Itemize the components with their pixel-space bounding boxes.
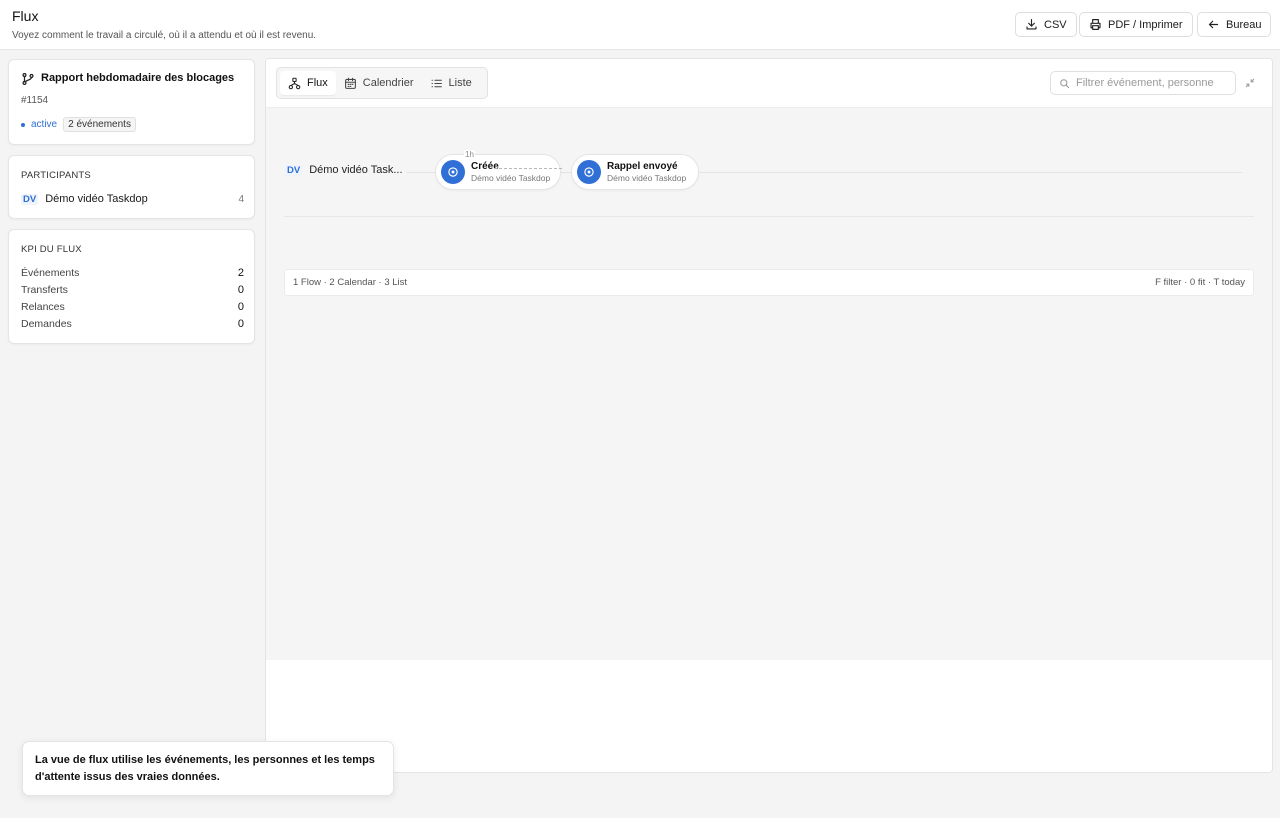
flow-toolbar: Flux Calendrier Liste <box>266 59 1272 108</box>
participants-heading: PARTICIPANTS <box>21 170 91 181</box>
flow-canvas[interactable]: DV Démo vidéo Task... Créée Démo vidéo T… <box>266 108 1272 660</box>
kpi-row-requests: Demandes 0 <box>21 318 244 330</box>
node-title: Créée <box>471 160 499 172</box>
lane-label: DV Démo vidéo Task... <box>285 164 403 176</box>
csv-export-label: CSV <box>1044 18 1067 31</box>
tab-calendar[interactable]: Calendrier <box>336 71 422 95</box>
kpi-label: Demandes <box>21 318 72 330</box>
tab-list-label: Liste <box>448 77 472 89</box>
page-title: Flux <box>12 8 39 24</box>
kpi-row-reminders: Relances 0 <box>21 301 244 313</box>
lane-name: Démo vidéo Task... <box>309 164 403 176</box>
flow-panel: Flux Calendrier Liste Filtrer événement,… <box>265 58 1273 773</box>
node-subtitle: Démo vidéo Taskdop <box>471 172 551 183</box>
list-icon <box>431 79 442 87</box>
view-tabs: Flux Calendrier Liste <box>276 67 488 99</box>
kpi-label: Transferts <box>21 284 68 296</box>
avatar: DV <box>285 164 303 176</box>
node-title: Rappel envoyé <box>607 160 678 172</box>
csv-export-button[interactable]: CSV <box>1015 12 1077 37</box>
kpi-label: Événements <box>21 267 80 279</box>
kpi-value: 0 <box>237 318 244 330</box>
kpi-label: Relances <box>21 301 65 313</box>
search-icon <box>1060 78 1070 88</box>
ticket-id: #1154 <box>21 95 49 106</box>
wait-duration-label: 1h <box>464 150 475 159</box>
arrow-left-icon <box>1208 20 1219 29</box>
events-count-badge: 2 événements <box>63 117 136 132</box>
tab-calendar-label: Calendrier <box>362 77 414 89</box>
back-to-desk-label: Bureau <box>1226 18 1262 31</box>
kpi-row-events: Événements 2 <box>21 267 244 279</box>
flow-connector <box>494 168 562 169</box>
workflow-icon <box>288 77 301 89</box>
participant-row[interactable]: DV Démo vidéo Taskdop 4 <box>21 193 244 205</box>
action-shortcuts: F filter · 0 fit · T today <box>1155 277 1245 288</box>
status-badge: active <box>31 119 58 130</box>
info-toast: La vue de flux utilise les événements, l… <box>22 741 394 796</box>
participant-count: 4 <box>238 193 244 205</box>
node-subtitle: Démo vidéo Taskdop <box>607 172 687 183</box>
kpi-value: 0 <box>237 301 244 313</box>
participants-card: PARTICIPANTS DV Démo vidéo Taskdop 4 <box>8 155 255 219</box>
collapse-icon[interactable] <box>1244 77 1256 89</box>
kpi-card: KPI DU FLUX Événements 2 Transferts 0 Re… <box>8 229 255 344</box>
kpi-value: 2 <box>237 267 244 279</box>
event-node-icon <box>577 160 601 184</box>
pdf-print-button[interactable]: PDF / Imprimer <box>1079 12 1193 37</box>
filter-input[interactable] <box>1076 77 1235 89</box>
kpi-value: 0 <box>237 284 244 296</box>
git-branch-icon <box>22 73 34 85</box>
page-subtitle: Voyez comment le travail a circulé, où i… <box>12 30 317 41</box>
flow-node-reminder-sent[interactable]: Rappel envoyé Démo vidéo Taskdop <box>571 154 699 190</box>
download-icon <box>1026 19 1037 30</box>
tab-list[interactable]: Liste <box>422 71 480 95</box>
shortcuts-bar: 1 Flow · 2 Calendar · 3 List F filter · … <box>284 269 1254 296</box>
event-node-icon <box>441 160 465 184</box>
kpi-row-transfers: Transferts 0 <box>21 284 244 296</box>
ticket-card: Rapport hebdomadaire des blocages #1154 … <box>8 59 255 145</box>
back-to-desk-button[interactable]: Bureau <box>1197 12 1272 37</box>
ticket-title: Rapport hebdomadaire des blocages <box>41 72 235 84</box>
tab-flux-label: Flux <box>307 77 328 89</box>
flow-node-created[interactable]: Créée Démo vidéo Taskdop <box>435 154 561 190</box>
filter-field <box>1050 71 1236 95</box>
ticket-status-row: active 2 événements <box>21 117 136 132</box>
avatar: DV <box>21 193 39 205</box>
printer-icon <box>1090 19 1101 30</box>
lane-divider <box>284 216 1254 217</box>
tab-flux[interactable]: Flux <box>280 71 336 95</box>
kpi-heading: KPI DU FLUX <box>21 244 82 255</box>
view-shortcuts: 1 Flow · 2 Calendar · 3 List <box>293 277 408 288</box>
participant-name: Démo vidéo Taskdop <box>45 193 148 205</box>
calendar-icon <box>344 77 356 89</box>
status-dot-icon <box>21 122 25 127</box>
page-header: Flux Voyez comment le travail a circulé,… <box>0 0 1280 50</box>
pdf-print-label: PDF / Imprimer <box>1108 18 1183 31</box>
